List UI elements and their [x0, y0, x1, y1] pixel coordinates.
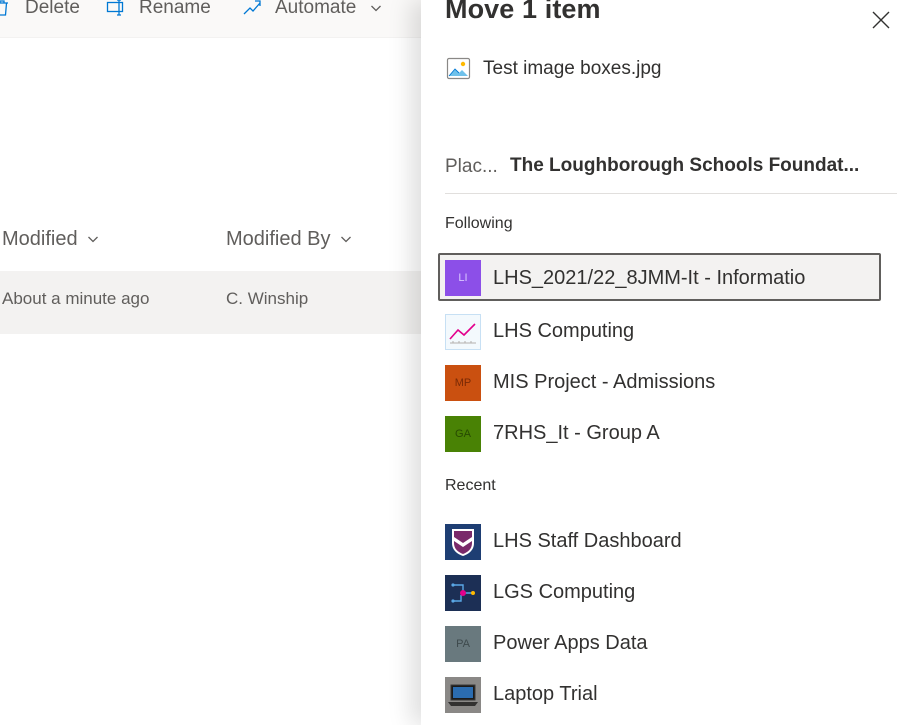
site-item-mis-project[interactable]: MP MIS Project - Admissions	[438, 358, 881, 406]
close-button[interactable]	[867, 6, 895, 34]
command-bar: Delete Rename Automate	[0, 0, 421, 38]
modified-by-cell[interactable]: C. Winship	[226, 289, 308, 309]
site-item-laptop-trial[interactable]: Laptop Trial	[438, 670, 881, 718]
flow-icon	[243, 0, 261, 15]
chart-line-icon	[445, 314, 481, 350]
site-tile: GA	[445, 416, 481, 452]
site-item-7rhs-group-a[interactable]: GA 7RHS_It - Group A	[438, 409, 881, 457]
chevron-down-icon	[87, 236, 98, 243]
table-row[interactable]: About a minute ago C. Winship	[0, 271, 421, 334]
site-name: MIS Project - Admissions	[493, 371, 716, 393]
site-name: LHS Computing	[493, 320, 635, 342]
destination-picker[interactable]: Plac... The Loughborough Schools Foundat…	[445, 146, 897, 194]
site-name: LGS Computing	[493, 581, 636, 603]
image-file-icon	[446, 57, 471, 80]
school-crest-icon	[445, 524, 481, 560]
panel-title: Move 1 item	[445, 0, 601, 24]
column-header-modified[interactable]: Modified	[2, 224, 99, 254]
site-item-lhs-8jmm[interactable]: LI LHS_2021/22_8JMM-It - Informatio	[438, 253, 881, 301]
modified-cell: About a minute ago	[2, 289, 150, 308]
site-item-lhs-staff-dashboard[interactable]: LHS Staff Dashboard	[438, 517, 881, 565]
delete-button[interactable]: Delete	[0, 0, 80, 22]
laptop-icon	[445, 677, 481, 713]
site-name: 7RHS_It - Group A	[493, 422, 660, 444]
chevron-down-icon	[340, 236, 351, 243]
rename-icon	[106, 0, 124, 16]
site-name: LHS Staff Dashboard	[493, 530, 682, 552]
site-item-lhs-computing[interactable]: LHS Computing	[438, 307, 881, 355]
site-item-power-apps-data[interactable]: PA Power Apps Data	[438, 619, 881, 667]
site-tile: PA	[445, 626, 481, 662]
column-header-label: Modified By	[226, 227, 331, 250]
site-tile: MP	[445, 365, 481, 401]
automate-label: Automate	[275, 0, 357, 18]
rename-label: Rename	[139, 0, 211, 18]
site-name: LHS_2021/22_8JMM-It - Informatio	[493, 267, 806, 289]
chevron-down-icon	[371, 5, 382, 12]
site-name: Laptop Trial	[493, 683, 598, 705]
item-file-name: Test image boxes.jpg	[483, 57, 662, 79]
place-label: Plac...	[445, 156, 498, 177]
column-header-label: Modified	[2, 227, 78, 250]
following-heading: Following	[445, 215, 513, 232]
rename-button[interactable]: Rename	[106, 0, 211, 22]
automate-button[interactable]: Automate	[242, 0, 382, 22]
delete-label: Delete	[25, 0, 80, 18]
selected-item: Test image boxes.jpg	[446, 56, 662, 81]
column-header-modified-by[interactable]: Modified By	[226, 224, 352, 254]
document-library: Delete Rename Automate Modified Modified…	[0, 0, 421, 725]
place-value: The Loughborough Schools Foundat...	[510, 155, 860, 176]
close-icon	[872, 11, 890, 29]
site-tile: LI	[445, 260, 481, 296]
circuit-icon	[445, 575, 481, 611]
move-panel: Move 1 item Test image boxes.jpg Plac...…	[421, 0, 897, 725]
site-item-lgs-computing[interactable]: LGS Computing	[438, 568, 881, 616]
trash-icon	[0, 0, 8, 16]
site-name: Power Apps Data	[493, 632, 648, 654]
recent-heading: Recent	[445, 477, 496, 494]
